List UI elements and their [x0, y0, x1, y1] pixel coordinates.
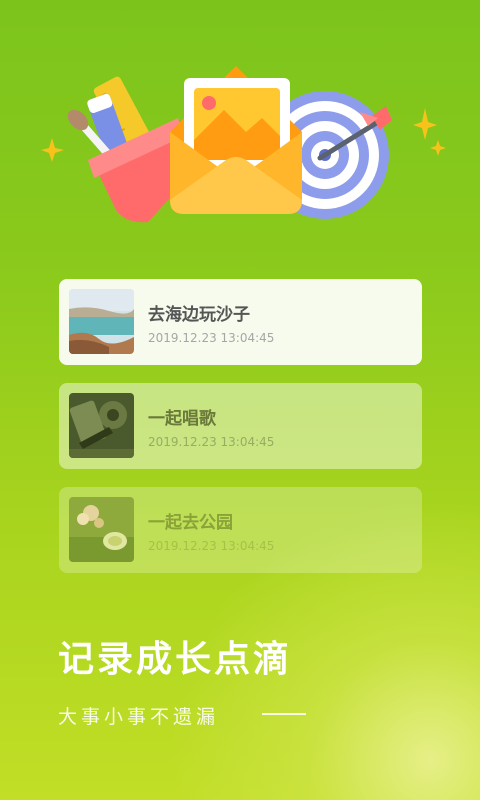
item-title: 一起去公园 — [148, 513, 233, 533]
item-timestamp: 2019.12.23 13:04:45 — [148, 435, 275, 449]
item-timestamp: 2019.12.23 13:04:45 — [148, 331, 275, 345]
park-photo-thumbnail — [69, 497, 134, 562]
hero-illustration — [41, 66, 446, 223]
item-title: 去海边玩沙子 — [148, 305, 250, 325]
list-item[interactable]: 去海边玩沙子 2019.12.23 13:04:45 — [59, 279, 422, 365]
beach-photo-thumbnail — [69, 289, 134, 354]
list-item[interactable]: 一起去公园 2019.12.23 13:04:45 — [59, 487, 422, 573]
item-timestamp: 2019.12.23 13:04:45 — [148, 539, 275, 553]
item-title: 一起唱歌 — [148, 409, 216, 429]
music-photo-thumbnail — [69, 393, 134, 458]
envelope-icon — [170, 66, 302, 214]
list-item[interactable]: 一起唱歌 2019.12.23 13:04:45 — [59, 383, 422, 469]
slogan-subtitle: 大事小事不遗漏 — [58, 706, 220, 728]
divider — [262, 713, 306, 715]
slogan-title: 记录成长点滴 — [58, 639, 293, 680]
